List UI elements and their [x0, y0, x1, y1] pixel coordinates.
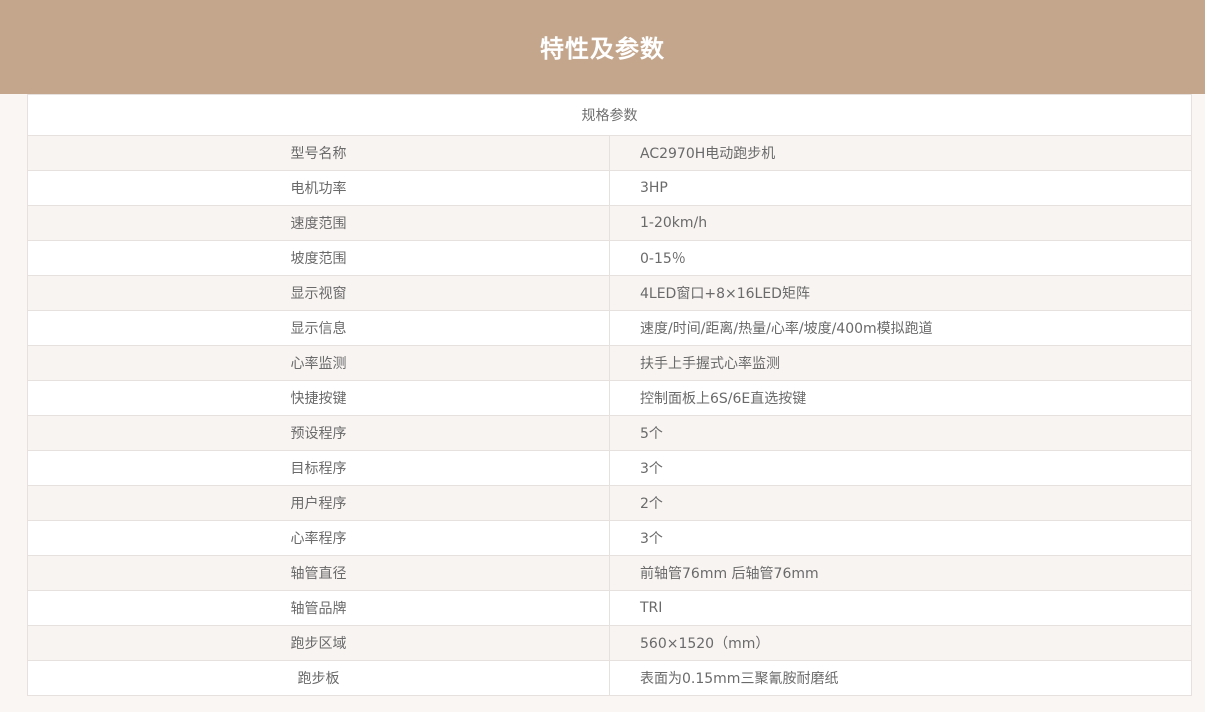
spec-table: 规格参数 型号名称 AC2970H电动跑步机 电机功率 3HP 速度范围 1-2… [27, 94, 1192, 696]
spec-row: 心率程序 3个 [27, 520, 1192, 556]
spec-value: 3个 [609, 520, 1192, 556]
spec-row: 预设程序 5个 [27, 415, 1192, 451]
section-header: 特性及参数 [0, 0, 1205, 94]
spec-row: 快捷按键 控制面板上6S/6E直选按键 [27, 380, 1192, 416]
spec-label: 跑步区域 [27, 625, 610, 661]
section-title: 特性及参数 [540, 34, 665, 63]
spec-row: 心率监测 扶手上手握式心率监测 [27, 345, 1192, 381]
spec-value: 2个 [609, 485, 1192, 521]
spec-value: 前轴管76mm 后轴管76mm [609, 555, 1192, 591]
spec-row: 跑步区域 560×1520（mm） [27, 625, 1192, 661]
spec-value: 表面为0.15mm三聚氰胺耐磨纸 [609, 660, 1192, 696]
spec-row: 跑步板 表面为0.15mm三聚氰胺耐磨纸 [27, 660, 1192, 696]
spec-label: 快捷按键 [27, 380, 610, 416]
spec-label: 显示视窗 [27, 275, 610, 311]
spec-value: TRI [609, 590, 1192, 626]
spec-row: 显示视窗 4LED窗口+8×16LED矩阵 [27, 275, 1192, 311]
spec-value: 3个 [609, 450, 1192, 486]
spec-label: 速度范围 [27, 205, 610, 241]
spec-value: 0-15％ [609, 240, 1192, 276]
spec-value: 3HP [609, 170, 1192, 206]
spec-row: 轴管直径 前轴管76mm 后轴管76mm [27, 555, 1192, 591]
spec-row: 速度范围 1-20km/h [27, 205, 1192, 241]
spec-row: 目标程序 3个 [27, 450, 1192, 486]
spec-label: 轴管品牌 [27, 590, 610, 626]
spec-value: 4LED窗口+8×16LED矩阵 [609, 275, 1192, 311]
spec-value: 1-20km/h [609, 205, 1192, 241]
spec-label: 轴管直径 [27, 555, 610, 591]
spec-label: 预设程序 [27, 415, 610, 451]
spec-row: 显示信息 速度/时间/距离/热量/心率/坡度/400m模拟跑道 [27, 310, 1192, 346]
spec-label: 显示信息 [27, 310, 610, 346]
spec-row: 型号名称 AC2970H电动跑步机 [27, 135, 1192, 171]
spec-table-caption: 规格参数 [27, 94, 1192, 136]
spec-label: 心率程序 [27, 520, 610, 556]
spec-label: 电机功率 [27, 170, 610, 206]
spec-row: 电机功率 3HP [27, 170, 1192, 206]
spec-table-caption-row: 规格参数 [27, 94, 1192, 136]
spec-label: 用户程序 [27, 485, 610, 521]
spec-row: 用户程序 2个 [27, 485, 1192, 521]
spec-label: 跑步板 [27, 660, 610, 696]
spec-value: AC2970H电动跑步机 [609, 135, 1192, 171]
spec-label: 目标程序 [27, 450, 610, 486]
spec-value: 扶手上手握式心率监测 [609, 345, 1192, 381]
spec-label: 坡度范围 [27, 240, 610, 276]
spec-value: 5个 [609, 415, 1192, 451]
spec-value: 速度/时间/距离/热量/心率/坡度/400m模拟跑道 [609, 310, 1192, 346]
spec-label: 型号名称 [27, 135, 610, 171]
spec-value: 控制面板上6S/6E直选按键 [609, 380, 1192, 416]
spec-label: 心率监测 [27, 345, 610, 381]
spec-row: 坡度范围 0-15％ [27, 240, 1192, 276]
spec-row: 轴管品牌 TRI [27, 590, 1192, 626]
spec-value: 560×1520（mm） [609, 625, 1192, 661]
